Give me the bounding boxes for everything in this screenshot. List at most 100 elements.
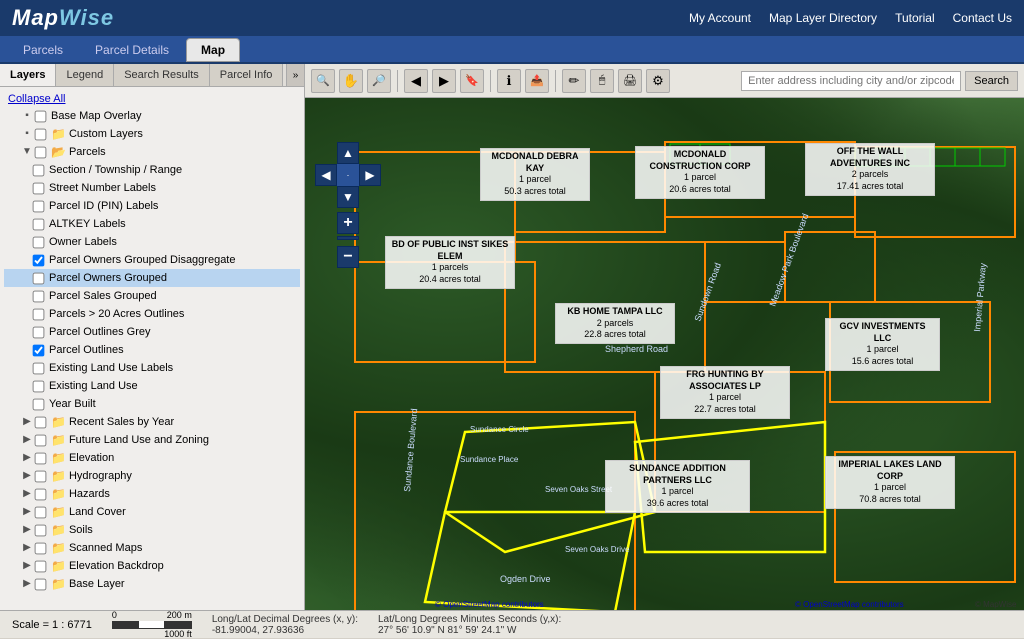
svg-text:Seven Oaks Street: Seven Oaks Street (545, 485, 613, 494)
map-area[interactable]: 🔍 ✋ 🔎 ◀ ▶ 🔖 ℹ 📤 (305, 64, 1024, 610)
layer-label-outlines-grey: Parcel Outlines Grey (49, 324, 150, 340)
tutorial-link[interactable]: Tutorial (895, 11, 935, 25)
layer-label-base-layer: Base Layer (69, 576, 125, 592)
expand-hazards[interactable]: ▶ (20, 486, 34, 502)
pan-east-button[interactable]: ▶ (359, 164, 381, 186)
checkbox-soils[interactable] (35, 524, 47, 536)
address-input[interactable] (741, 71, 961, 91)
checkbox-scanned-maps[interactable] (35, 542, 47, 554)
checkbox-land-cover[interactable] (35, 506, 47, 518)
checkbox-elevation-backdrop[interactable] (35, 560, 47, 572)
pan-north-button[interactable]: ▲ (337, 142, 359, 164)
panel-tab-parcel-info[interactable]: Parcel Info (210, 64, 284, 86)
layer-hazards: ▶ 📁 Hazards (4, 485, 300, 503)
select-icon: 🖱 (599, 74, 606, 87)
expand-base-layer[interactable]: ▶ (20, 576, 34, 592)
expand-elevation-backdrop[interactable]: ▶ (20, 558, 34, 574)
export-button[interactable]: 📤 (525, 69, 549, 93)
tab-parcel-details[interactable]: Parcel Details (80, 38, 184, 62)
expand-parcels[interactable]: ▼ (20, 144, 34, 160)
svg-text:Sundance Boulevard: Sundance Boulevard (402, 408, 419, 492)
checkbox-outlines-grey[interactable] (33, 326, 45, 338)
tab-parcels[interactable]: Parcels (8, 38, 78, 62)
layer-parcel-outlines: Parcel Outlines (4, 341, 300, 359)
panel-tab-legend[interactable]: Legend (56, 64, 114, 86)
bookmark-button[interactable]: 🔖 (460, 69, 484, 93)
checkbox-sales-grouped[interactable] (33, 290, 45, 302)
expand-soils[interactable]: ▶ (20, 522, 34, 538)
checkbox-custom-layers[interactable] (35, 128, 47, 140)
map-toolbar: 🔍 ✋ 🔎 ◀ ▶ 🔖 ℹ 📤 (305, 64, 1024, 98)
layer-recent-sales: ▶ 📁 Recent Sales by Year (4, 413, 300, 431)
select-button[interactable]: 🖱 (590, 69, 614, 93)
zoom-out-button[interactable]: 🔎 (367, 69, 391, 93)
folder-scanned-maps-icon: 📁 (51, 540, 66, 556)
logo-accent: Wise (59, 5, 114, 30)
checkbox-section-township[interactable] (33, 164, 45, 176)
panel-tab-layers[interactable]: Layers (0, 64, 56, 86)
panel-tab-search-results[interactable]: Search Results (114, 64, 210, 86)
layer-label-parcel-outlines: Parcel Outlines (49, 342, 124, 358)
checkbox-year-built[interactable] (33, 398, 45, 410)
checkbox-elevation[interactable] (35, 452, 47, 464)
print-button[interactable]: 🖨 (618, 69, 642, 93)
layer-label-section-township: Section / Township / Range (49, 162, 182, 178)
expand-base-map[interactable]: ▪ (20, 108, 34, 124)
checkbox-parcels-20-acres[interactable] (33, 308, 45, 320)
map-layer-directory-link[interactable]: Map Layer Directory (769, 11, 877, 25)
layer-label-owner-labels: Owner Labels (49, 234, 117, 250)
checkbox-owners-grouped[interactable] (33, 272, 45, 284)
checkbox-hydrography[interactable] (35, 470, 47, 482)
zoom-in-map-button[interactable]: + (337, 212, 359, 234)
tab-map[interactable]: Map (186, 38, 240, 62)
expand-scanned-maps[interactable]: ▶ (20, 540, 34, 556)
zoom-in-button[interactable]: 🔍 (311, 69, 335, 93)
layer-land-use-labels: Existing Land Use Labels (4, 359, 300, 377)
layer-altkey: ALTKEY Labels (4, 215, 300, 233)
checkbox-base-map[interactable] (35, 110, 47, 122)
pan-south-button[interactable]: ▼ (337, 186, 359, 208)
svg-text:Meadow Park Boulevard: Meadow Park Boulevard (767, 212, 810, 308)
checkbox-base-layer[interactable] (35, 578, 47, 590)
forward-button[interactable]: ▶ (432, 69, 456, 93)
checkbox-street-number[interactable] (33, 182, 45, 194)
layer-land-use: Existing Land Use (4, 377, 300, 395)
checkbox-land-use-labels[interactable] (33, 362, 45, 374)
panel-collapse-button[interactable]: » (286, 64, 304, 86)
checkbox-parcels[interactable] (35, 146, 47, 158)
contact-us-link[interactable]: Contact Us (953, 11, 1012, 25)
layer-label-parcels-20-acres: Parcels > 20 Acres Outlines (49, 306, 184, 322)
draw-button[interactable]: ✏ (562, 69, 586, 93)
expand-elevation[interactable]: ▶ (20, 450, 34, 466)
checkbox-hazards[interactable] (35, 488, 47, 500)
pan-west-button[interactable]: ◀ (315, 164, 337, 186)
info-button[interactable]: ℹ (497, 69, 521, 93)
expand-hydrography[interactable]: ▶ (20, 468, 34, 484)
settings-button[interactable]: ⚙ (646, 69, 670, 93)
folder-elevation-icon: 📁 (51, 450, 66, 466)
checkbox-parcel-id[interactable] (33, 200, 45, 212)
expand-recent-sales[interactable]: ▶ (20, 414, 34, 430)
pan-center-button[interactable]: · (337, 164, 359, 186)
search-button[interactable]: Search (965, 71, 1018, 91)
my-account-link[interactable]: My Account (689, 11, 751, 25)
main-tab-bar: Parcels Parcel Details Map (0, 36, 1024, 64)
layer-label-altkey: ALTKEY Labels (49, 216, 126, 232)
checkbox-owner-labels[interactable] (33, 236, 45, 248)
map-satellite-view[interactable]: Sundown Road Meadow Park Boulevard Sheph… (305, 98, 1024, 610)
pan-button[interactable]: ✋ (339, 69, 363, 93)
back-button[interactable]: ◀ (404, 69, 428, 93)
checkbox-altkey[interactable] (33, 218, 45, 230)
expand-custom-layers[interactable]: ▪ (20, 126, 34, 142)
checkbox-recent-sales[interactable] (35, 416, 47, 428)
checkbox-parcel-outlines[interactable] (33, 344, 45, 356)
zoom-out-map-button[interactable]: − (337, 246, 359, 268)
expand-future-land-use[interactable]: ▶ (20, 432, 34, 448)
expand-land-cover[interactable]: ▶ (20, 504, 34, 520)
layer-parcels-20-acres: Parcels > 20 Acres Outlines (4, 305, 300, 323)
layer-label-land-cover: Land Cover (69, 504, 126, 520)
checkbox-land-use[interactable] (33, 380, 45, 392)
collapse-all-button[interactable]: Collapse All (4, 91, 300, 107)
checkbox-future-land-use[interactable] (35, 434, 47, 446)
checkbox-owners-disaggregate[interactable] (33, 254, 45, 266)
